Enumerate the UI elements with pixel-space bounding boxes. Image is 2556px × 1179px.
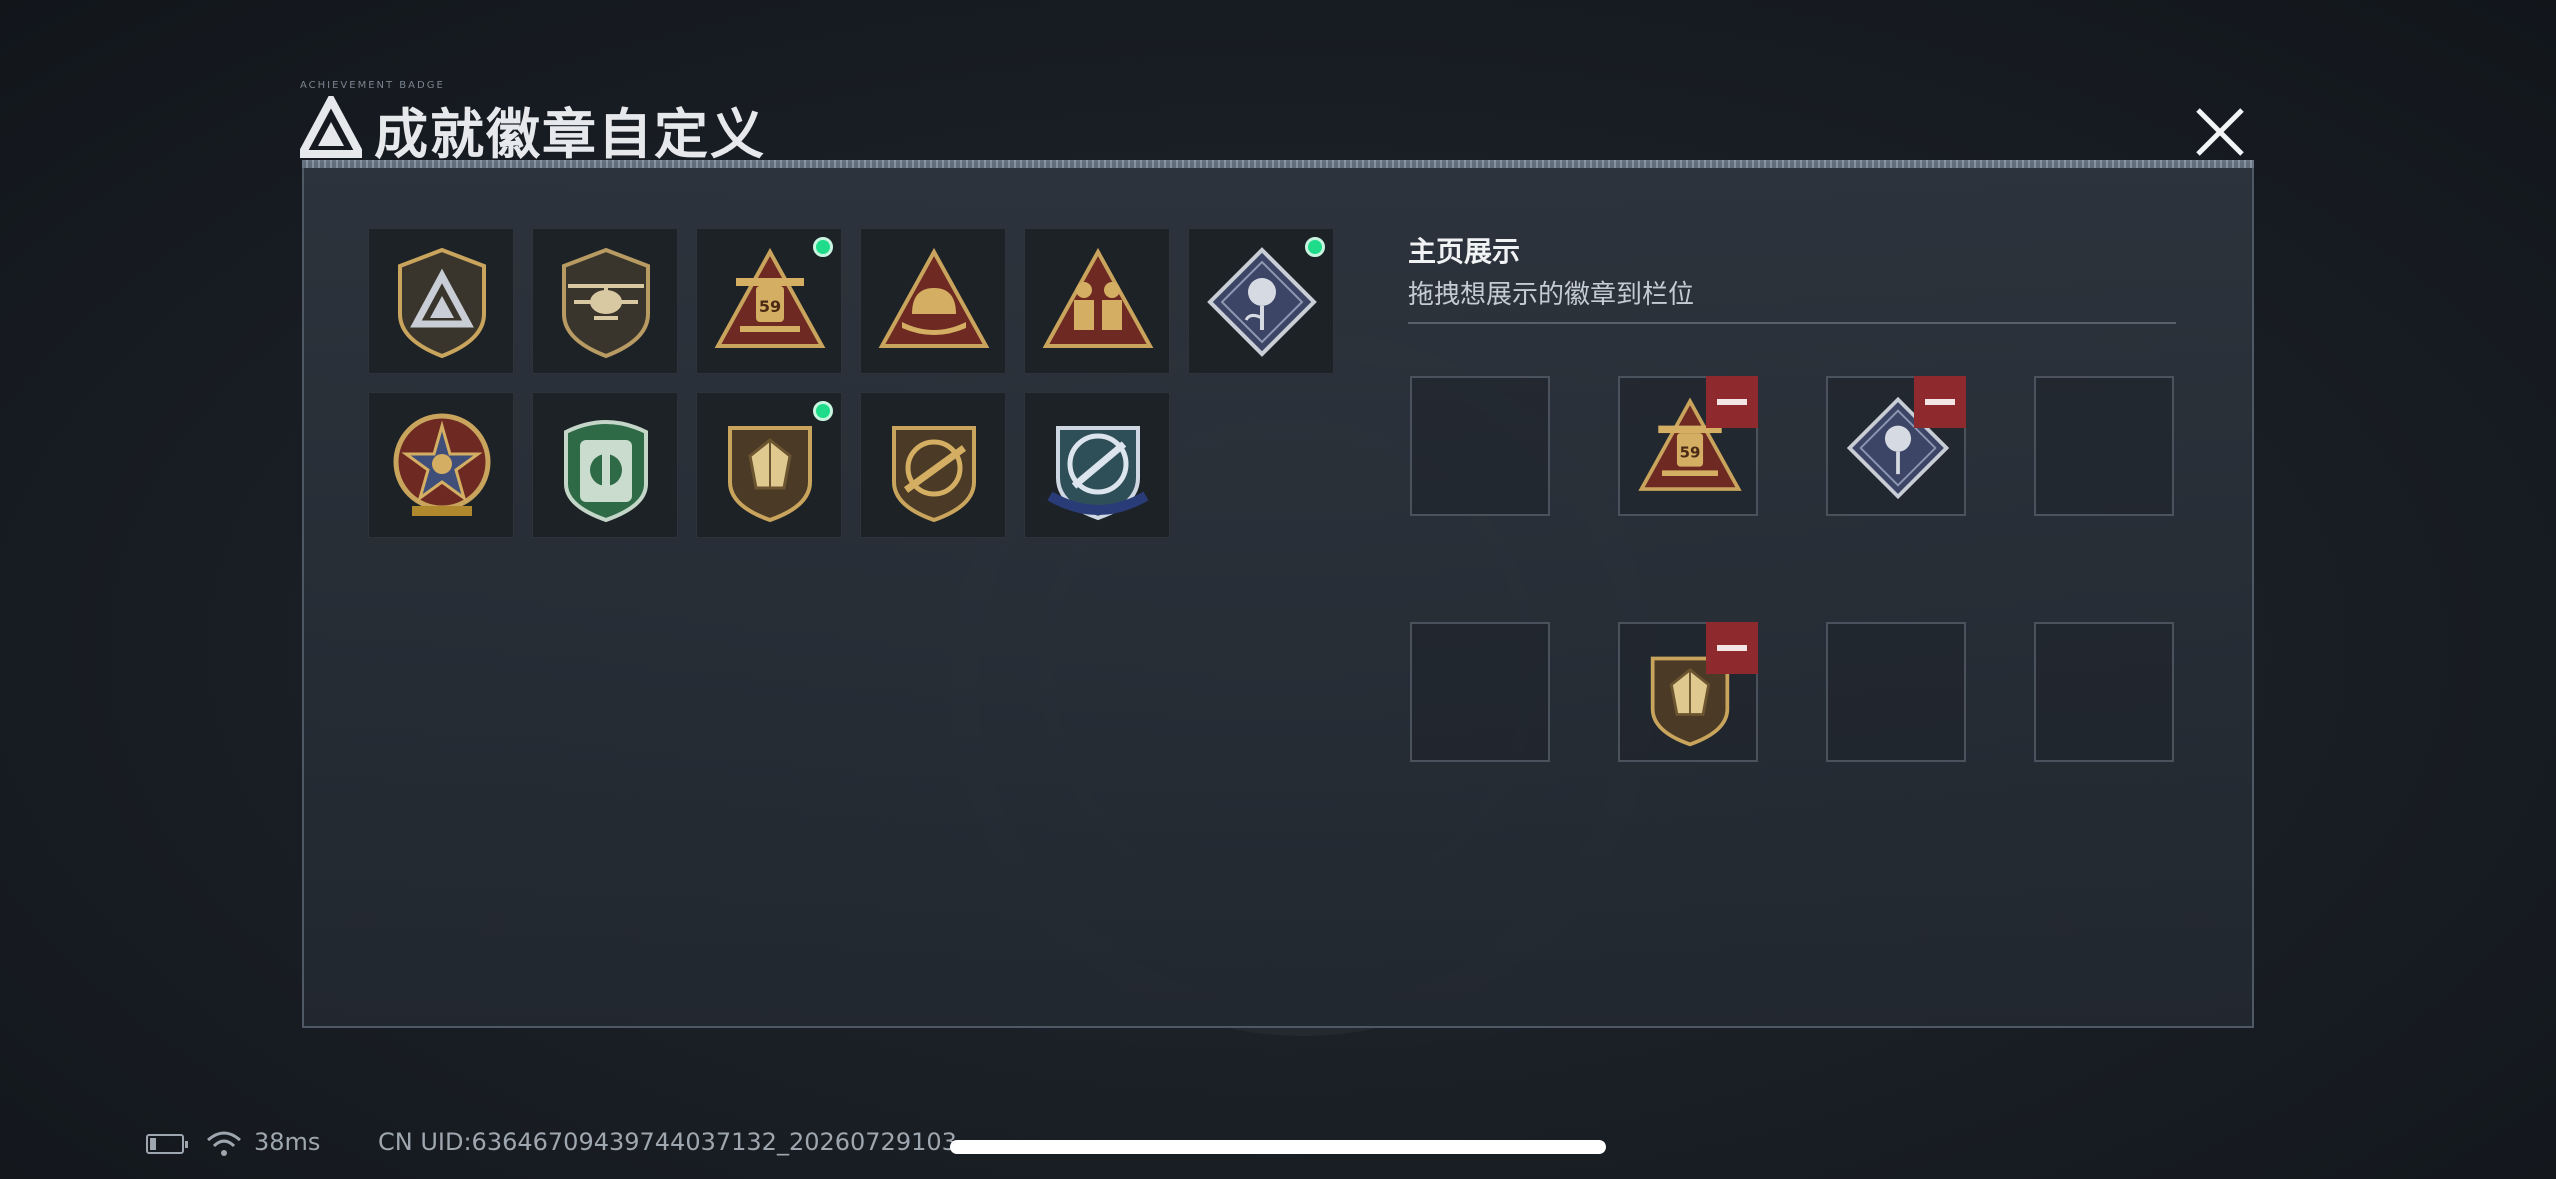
badge-59-label: 59 <box>759 297 781 316</box>
showcase-slot-empty[interactable] <box>1826 622 1966 762</box>
showcase-divider <box>1408 322 2176 324</box>
badge-tile[interactable] <box>532 228 678 374</box>
star-compass-badge-icon <box>393 413 491 516</box>
helicopter-shield-badge-icon <box>562 247 650 359</box>
badge-tile[interactable] <box>860 228 1006 374</box>
delta-logo-icon <box>300 96 362 158</box>
close-icon[interactable] <box>2190 102 2250 162</box>
showcase-slot-empty[interactable] <box>1410 376 1550 516</box>
remove-badge-button[interactable] <box>1706 622 1758 674</box>
badge-tile[interactable] <box>1188 228 1334 374</box>
blue-wings-badge-icon <box>1047 426 1149 521</box>
badge-tile[interactable] <box>368 228 514 374</box>
showcase-slot-empty[interactable] <box>1410 622 1550 762</box>
remove-badge-button[interactable] <box>1706 376 1758 428</box>
slot-badge-59-label: 59 <box>1680 443 1701 461</box>
soldiers-triangle-badge-icon <box>1042 247 1154 348</box>
badge-tile[interactable] <box>532 392 678 538</box>
rose-diamond-badge-icon <box>1207 247 1317 357</box>
badge-tile[interactable]: 59 <box>696 228 842 374</box>
showcase-title: 主页展示 <box>1408 235 1521 268</box>
badge-tile[interactable] <box>696 392 842 538</box>
delta-shield-badge-icon <box>398 247 486 359</box>
equipped-indicator <box>1305 237 1325 257</box>
remove-badge-button[interactable] <box>1914 376 1966 428</box>
showcase-slot[interactable] <box>1618 622 1758 762</box>
showcase-subtitle: 拖拽想展示的徽章到栏位 <box>1408 280 1695 310</box>
showcase-slot-empty[interactable] <box>2034 376 2174 516</box>
green-shield-badge-icon <box>564 420 648 523</box>
battery-icon <box>146 1134 188 1154</box>
equipped-indicator <box>813 401 833 421</box>
window-title-bar: ACHIEVEMENT BADGE 成就徽章自定义 <box>300 80 2260 170</box>
rifle-shield-badge-icon <box>892 426 976 523</box>
showcase-slot[interactable]: 59 <box>1618 376 1758 516</box>
ping-text: 38ms <box>254 1128 321 1156</box>
panel-top-border <box>302 160 2254 168</box>
badge-tile[interactable] <box>368 392 514 538</box>
badge-tile[interactable] <box>1024 392 1170 538</box>
showcase-slot[interactable] <box>1826 376 1966 516</box>
showcase-slot-empty[interactable] <box>2034 622 2174 762</box>
crystal-shield-badge-icon <box>728 426 812 523</box>
badge-tile[interactable] <box>860 392 1006 538</box>
badge-tile[interactable] <box>1024 228 1170 374</box>
helmet-triangle-badge-icon <box>878 247 990 348</box>
wifi-icon <box>207 1131 241 1156</box>
home-indicator[interactable] <box>950 1140 1606 1154</box>
equipped-indicator <box>813 237 833 257</box>
uid-text: CN UID:6364670943974403713​2_20260729103 <box>378 1128 957 1156</box>
number-59-tank-badge-icon: 59 <box>714 247 826 348</box>
page-title: 成就徽章自定义 <box>374 103 766 166</box>
